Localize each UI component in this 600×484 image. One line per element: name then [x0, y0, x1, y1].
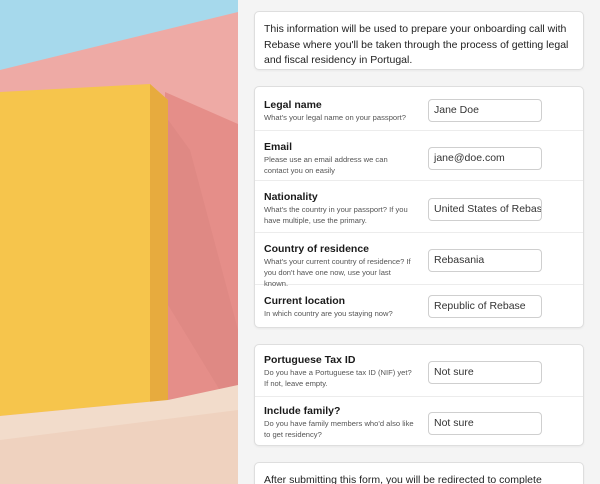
intro-card: This information will be used to prepare… — [254, 11, 584, 70]
current-location-label: Current location — [264, 295, 346, 307]
include-family-help: Do you have family members who'd also li… — [264, 419, 414, 439]
legal-name-label: Legal name — [264, 99, 322, 111]
nationality-label: Nationality — [264, 191, 318, 203]
architecture-artwork — [0, 0, 238, 484]
personal-details-card: Legal name What's your legal name on you… — [254, 86, 584, 328]
current-location-help: In which country are you staying now? — [264, 309, 393, 318]
form-panel: This information will be used to prepare… — [238, 0, 600, 484]
field-row-nationality: Nationality What's the country in your p… — [255, 181, 583, 233]
include-family-label: Include family? — [264, 405, 341, 417]
include-family-input[interactable]: Not sure — [428, 412, 542, 435]
current-location-input[interactable]: Republic of Rebase — [428, 295, 542, 318]
payment-note-card: After submitting this form, you will be … — [254, 462, 584, 484]
field-row-current-location: Current location In which country are yo… — [255, 285, 583, 329]
field-row-include-family: Include family? Do you have family membe… — [255, 397, 583, 447]
portuguese-tax-id-label: Portuguese Tax ID — [264, 354, 356, 366]
nationality-input[interactable]: United States of Rebase — [428, 198, 542, 221]
additional-details-card: Portuguese Tax ID Do you have a Portugue… — [254, 344, 584, 446]
portuguese-tax-id-input[interactable]: Not sure — [428, 361, 542, 384]
field-row-country-of-residence: Country of residence What's your current… — [255, 233, 583, 288]
intro-text: This information will be used to prepare… — [264, 23, 569, 66]
field-row-legal-name: Legal name What's your legal name on you… — [255, 87, 583, 131]
field-row-portuguese-tax-id: Portuguese Tax ID Do you have a Portugue… — [255, 345, 583, 397]
payment-note-text: After submitting this form, you will be … — [264, 474, 542, 484]
legal-name-help: What's your legal name on your passport? — [264, 113, 407, 122]
email-help: Please use an email address we can conta… — [264, 155, 388, 175]
country-of-residence-label: Country of residence — [264, 243, 370, 255]
hero-illustration — [0, 0, 238, 484]
email-label: Email — [264, 141, 293, 153]
legal-name-input[interactable]: Jane Doe — [428, 99, 542, 122]
country-of-residence-input[interactable]: Rebasania — [428, 249, 542, 272]
portuguese-tax-id-help: Do you have a Portuguese tax ID (NIF) ye… — [264, 368, 412, 388]
nationality-help: What's the country in your passport? If … — [264, 205, 408, 225]
field-row-email: Email Please use an email address we can… — [255, 131, 583, 181]
email-input[interactable]: jane@doe.com — [428, 147, 542, 170]
